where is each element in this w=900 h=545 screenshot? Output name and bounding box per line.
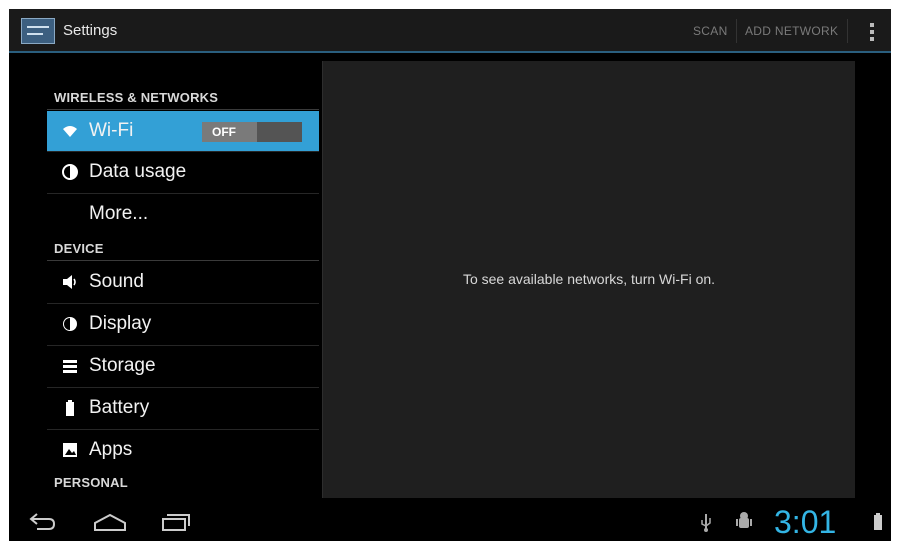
- wifi-toggle-state: OFF: [202, 122, 257, 142]
- recent-apps-icon[interactable]: [160, 511, 190, 538]
- settings-item-label: Storage: [89, 355, 156, 376]
- battery-icon: [61, 399, 79, 417]
- data-usage-icon: [61, 163, 79, 181]
- sound-icon: [61, 273, 79, 291]
- category-device: DEVICE: [54, 241, 104, 256]
- settings-item-label: Data usage: [89, 161, 187, 182]
- settings-item-label: Battery: [89, 397, 150, 418]
- system-bar: 3:01: [9, 503, 891, 541]
- settings-item-more[interactable]: More...: [47, 194, 319, 234]
- overflow-menu-icon[interactable]: [865, 21, 879, 43]
- settings-item-apps[interactable]: Apps: [47, 430, 319, 470]
- settings-item-storage[interactable]: Storage: [47, 346, 319, 386]
- add-network-button[interactable]: ADD NETWORK: [745, 24, 838, 38]
- wifi-toggle[interactable]: OFF: [202, 122, 302, 142]
- category-personal: PERSONAL: [54, 475, 128, 490]
- back-icon[interactable]: [27, 511, 57, 538]
- settings-app-icon[interactable]: [21, 18, 55, 44]
- scan-button[interactable]: SCAN: [693, 24, 728, 38]
- settings-list: WIRELESS & NETWORKS Wi-Fi OFF Data usage…: [9, 55, 321, 493]
- settings-item-data-usage[interactable]: Data usage: [47, 152, 319, 192]
- action-bar: Settings SCAN ADD NETWORK: [9, 9, 891, 53]
- android-debug-icon: [735, 511, 753, 538]
- wifi-detail-pane: To see available networks, turn Wi-Fi on…: [322, 61, 855, 498]
- wifi-icon: [61, 122, 79, 140]
- settings-item-display[interactable]: Display: [47, 304, 319, 344]
- settings-item-label: Wi-Fi: [89, 120, 134, 141]
- category-wireless-networks: WIRELESS & NETWORKS: [54, 90, 219, 105]
- home-icon[interactable]: [92, 511, 128, 538]
- screen: Settings SCAN ADD NETWORK WIRELESS & NET…: [9, 9, 891, 541]
- clock[interactable]: 3:01: [774, 504, 836, 541]
- action-separator: [847, 19, 848, 43]
- wifi-off-message: To see available networks, turn Wi-Fi on…: [462, 271, 716, 287]
- settings-item-label: Sound: [89, 271, 144, 292]
- settings-item-sound[interactable]: Sound: [47, 262, 319, 302]
- storage-icon: [61, 357, 79, 375]
- settings-item-label: Display: [89, 313, 152, 334]
- app-title: Settings: [63, 22, 118, 39]
- usb-icon: [699, 512, 713, 537]
- battery-status-icon: [873, 513, 883, 536]
- settings-item-label: Apps: [89, 439, 133, 460]
- settings-item-label: More...: [89, 203, 149, 224]
- settings-item-wifi[interactable]: Wi-Fi OFF: [47, 111, 319, 151]
- category-divider: [47, 109, 319, 110]
- category-divider: [47, 260, 319, 261]
- apps-icon: [61, 441, 79, 459]
- settings-item-battery[interactable]: Battery: [47, 388, 319, 428]
- display-icon: [61, 315, 79, 333]
- action-separator: [736, 19, 737, 43]
